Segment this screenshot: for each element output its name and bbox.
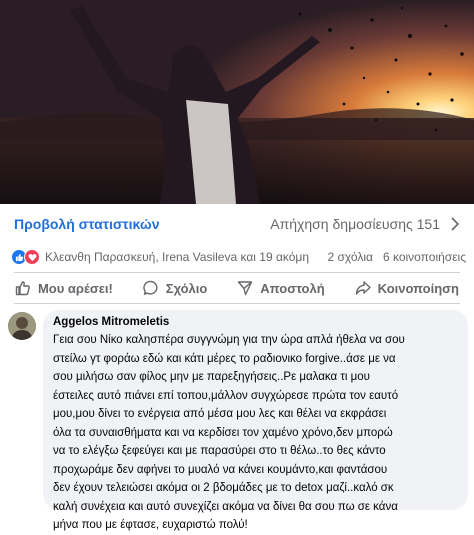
love-icon xyxy=(24,249,40,265)
comment-bubble-icon xyxy=(143,280,158,295)
reactions-summary: Κλεανθη Παρασκευή, Irena Vasileva και 19… xyxy=(0,244,474,270)
share-label: Κοινοποίηση xyxy=(377,280,459,296)
photo-woman-sunset-icon xyxy=(0,0,474,204)
post-reach-button[interactable]: Απήχηση δημοσίευσης 151 xyxy=(270,216,460,232)
divider xyxy=(14,303,460,304)
comment-author[interactable]: Aggelos Mitromeletis xyxy=(53,316,458,328)
chevron-right-icon xyxy=(451,217,460,231)
divider xyxy=(14,272,460,273)
reaction-icons[interactable] xyxy=(11,249,40,265)
avatar[interactable] xyxy=(8,312,36,340)
send-icon xyxy=(238,281,253,296)
comment-label: Σχόλιο xyxy=(165,280,208,296)
comments-count[interactable]: 2 σχόλια xyxy=(328,250,373,264)
like-button[interactable]: Μου αρέσει! xyxy=(9,276,119,300)
share-button[interactable]: Κοινοποίηση xyxy=(349,276,465,300)
view-insights-link[interactable]: Προβολή στατιστικών xyxy=(14,216,160,232)
post-actions: Μου αρέσει! Σχόλιο Αποστολή Κοινοποίηση xyxy=(0,275,474,301)
post-photo[interactable] xyxy=(0,0,474,204)
comment-text: Γεια σου Νίκο καλησπέρα συγγνώμη για την… xyxy=(53,334,405,531)
send-label: Αποστολή xyxy=(260,280,325,296)
shares-count[interactable]: 6 κοινοποιήσεις xyxy=(383,250,466,264)
thumbs-up-icon xyxy=(15,281,30,296)
share-arrow-icon xyxy=(355,281,371,295)
send-button[interactable]: Αποστολή xyxy=(231,276,330,300)
post-reach-label: Απήχηση δημοσίευσης 151 xyxy=(270,216,440,232)
comment-bubble: Aggelos Mitromeletis Γεια σου Νίκο καλησ… xyxy=(43,310,468,531)
stats-bar: Προβολή στατιστικών Απήχηση δημοσίευσης … xyxy=(0,204,474,244)
user-avatar-icon xyxy=(8,312,36,340)
comment-button[interactable]: Σχόλιο xyxy=(137,276,214,300)
like-label: Μου αρέσει! xyxy=(37,280,113,296)
reaction-names[interactable]: Κλεανθη Παρασκευή, Irena Vasileva και 19… xyxy=(45,250,328,264)
